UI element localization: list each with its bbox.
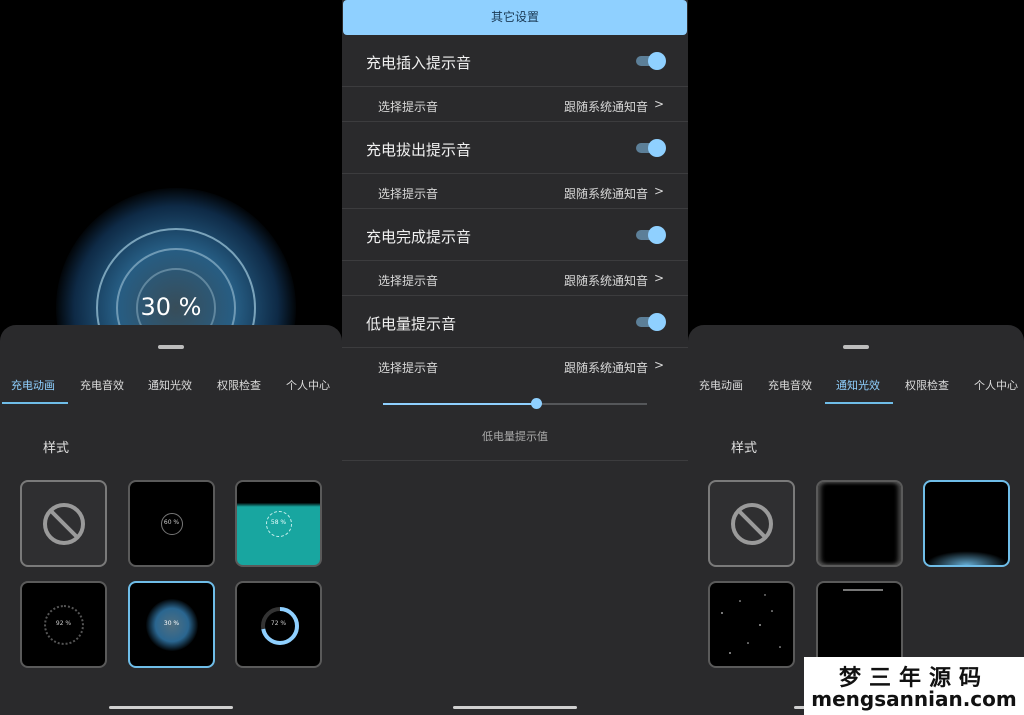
section-label: 样式 — [731, 441, 758, 456]
select-sound-row[interactable]: 选择提示音 跟随系统通知音 > — [342, 349, 688, 383]
setting-label: 充电完成提示音 — [366, 227, 472, 246]
battery-percent: 30 % — [140, 293, 202, 321]
setting-label: 充电插入提示音 — [366, 53, 472, 72]
light-option-top-line[interactable] — [816, 581, 903, 668]
no-entry-icon — [730, 502, 773, 545]
select-sound-label: 选择提示音 — [378, 99, 439, 114]
sound-value: 跟随系统通知音 — [563, 186, 648, 201]
bottom-glow-icon — [925, 551, 1008, 565]
starfield-icon — [721, 594, 781, 654]
watermark-domain: mengsannian.com — [811, 687, 1017, 711]
home-indicator — [453, 706, 577, 709]
style-option-dotted-ring[interactable]: 92 % — [20, 581, 107, 668]
tab-profile[interactable]: 个人中心 — [974, 377, 1018, 393]
light-option-bottom-glow[interactable] — [923, 480, 1010, 567]
active-tab-indicator — [2, 402, 68, 404]
setting-row-unplug-sound: 充电拔出提示音 — [342, 122, 688, 174]
active-tab-indicator — [825, 402, 893, 404]
setting-row-charge-complete-sound: 充电完成提示音 — [342, 209, 688, 261]
select-sound-row[interactable]: 选择提示音 跟随系统通知音 > — [342, 88, 688, 122]
chevron-right-icon: > — [653, 358, 664, 372]
tab-permission-check[interactable]: 权限检查 — [217, 377, 261, 393]
select-sound-row[interactable]: 选择提示音 跟随系统通知音 > — [342, 262, 688, 296]
sheet-drag-handle[interactable] — [158, 345, 184, 349]
top-line-icon — [843, 589, 883, 591]
low-battery-slider[interactable] — [383, 403, 647, 405]
style-preview-percent: 58 % — [270, 518, 287, 526]
style-preview-percent: 72 % — [270, 619, 287, 627]
light-option-edge[interactable] — [816, 480, 903, 567]
sound-value: 跟随系统通知音 — [563, 99, 648, 114]
style-preview-percent: 92 % — [55, 619, 72, 627]
divider — [342, 460, 688, 461]
style-preview-percent: 30 % — [163, 619, 180, 627]
setting-label: 低电量提示音 — [366, 314, 457, 333]
no-entry-icon — [42, 502, 85, 545]
select-sound-label: 选择提示音 — [378, 186, 439, 201]
watermark: 梦三年源码 mengsannian.com — [804, 657, 1024, 715]
tab-permission-check[interactable]: 权限检查 — [905, 377, 949, 393]
style-option-progress-ring[interactable]: 72 % — [235, 581, 322, 668]
section-label: 样式 — [43, 441, 70, 456]
select-sound-label: 选择提示音 — [378, 361, 439, 375]
tab-charging-sound[interactable]: 充电音效 — [80, 377, 124, 393]
style-option-ring[interactable]: 60 % — [128, 480, 215, 567]
notification-light-screen: 充电动画 充电音效 通知光效 权限检查 个人中心 样式 — [688, 0, 1024, 715]
tab-profile[interactable]: 个人中心 — [286, 377, 330, 393]
sound-value: 跟随系统通知音 — [563, 361, 648, 375]
chevron-right-icon: > — [653, 96, 664, 111]
style-option-wave[interactable]: 58 % — [235, 480, 322, 567]
chevron-right-icon: > — [653, 183, 664, 198]
chevron-right-icon: > — [653, 270, 664, 285]
tab-notification-light[interactable]: 通知光效 — [836, 377, 880, 393]
charging-animation-screen: 30 % 充电动画 充电音效 通知光效 权限检查 个人中心 样式 60 % 58… — [0, 0, 342, 715]
tab-charging-animation[interactable]: 充电动画 — [11, 377, 55, 393]
toggle-switch[interactable] — [636, 312, 666, 331]
setting-row-plug-in-sound: 充电插入提示音 — [342, 35, 688, 87]
sound-value: 跟随系统通知音 — [563, 273, 648, 288]
home-indicator — [109, 706, 233, 709]
slider-caption: 低电量提示值 — [482, 430, 548, 443]
select-sound-label: 选择提示音 — [378, 273, 439, 288]
tab-charging-animation[interactable]: 充电动画 — [699, 377, 743, 393]
toggle-switch[interactable] — [636, 51, 666, 70]
bottom-sheet: 充电动画 充电音效 通知光效 权限检查 个人中心 样式 60 % 58 % 92… — [0, 325, 342, 715]
slider-fill — [383, 403, 537, 405]
sheet-drag-handle[interactable] — [843, 345, 869, 349]
setting-label: 充电拔出提示音 — [366, 140, 472, 159]
page-title: 其它设置 — [343, 0, 687, 35]
light-option-starfield[interactable] — [708, 581, 795, 668]
style-option-glow-ring[interactable]: 30 % — [128, 581, 215, 668]
select-sound-row[interactable]: 选择提示音 跟随系统通知音 > — [342, 175, 688, 209]
toggle-switch[interactable] — [636, 138, 666, 157]
toggle-switch[interactable] — [636, 225, 666, 244]
other-settings-screen: 其它设置 充电插入提示音 选择提示音 跟随系统通知音 > 充电拔出提示音 选择提… — [342, 0, 688, 715]
style-preview-percent: 60 % — [163, 518, 180, 526]
tab-charging-sound[interactable]: 充电音效 — [768, 377, 812, 393]
tab-notification-light[interactable]: 通知光效 — [148, 377, 192, 393]
light-option-none[interactable] — [708, 480, 795, 567]
style-option-none[interactable] — [20, 480, 107, 567]
setting-row-low-battery-sound: 低电量提示音 — [342, 296, 688, 348]
